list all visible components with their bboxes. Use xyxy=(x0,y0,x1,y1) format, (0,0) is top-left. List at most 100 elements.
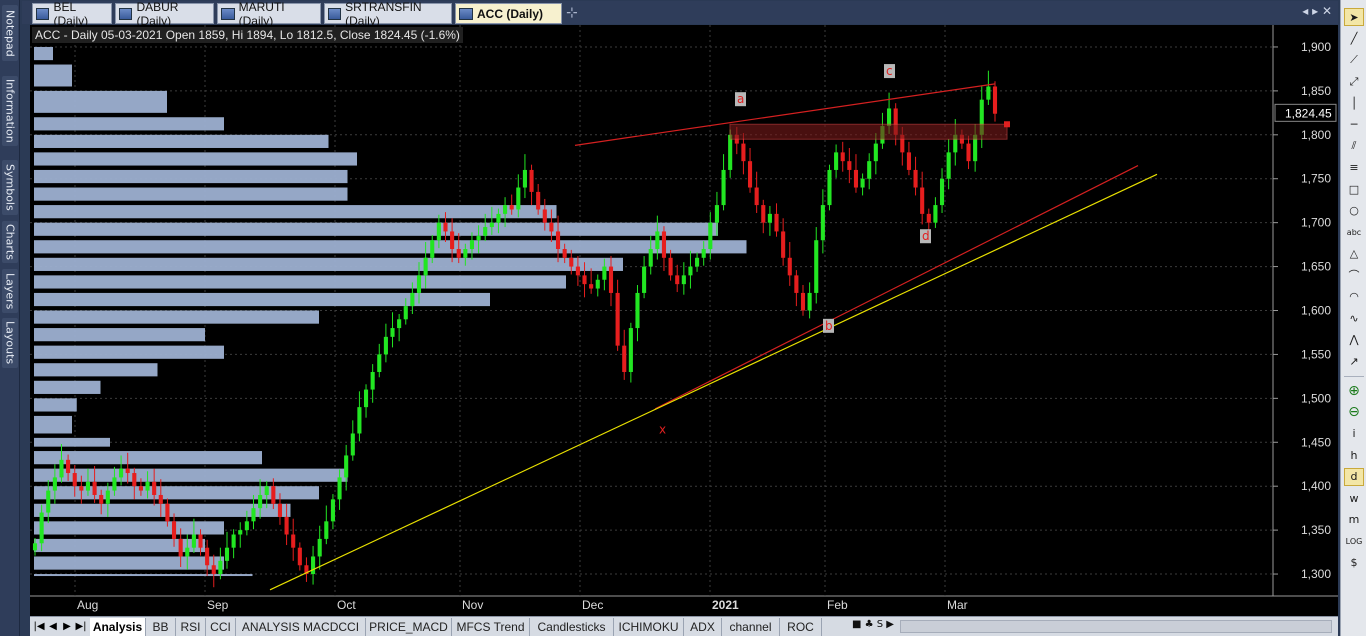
ray-icon[interactable]: ⟋ xyxy=(1344,51,1364,69)
candle-body xyxy=(377,354,382,372)
sheet-tab-bb[interactable]: BB xyxy=(146,618,176,636)
price-chart[interactable]: 1,300 1,350 1,400 1,450 1,500 1,550 1,600 1,650… xyxy=(30,25,1338,616)
candle-body xyxy=(721,169,726,206)
information-tab[interactable]: Information xyxy=(2,76,18,146)
candle-body xyxy=(450,231,455,250)
volume-profile-bar xyxy=(34,240,747,254)
sheet-tab-roc[interactable]: ROC xyxy=(780,618,822,636)
y-tick-label: 1,850 xyxy=(1301,84,1331,98)
volume-profile-bar xyxy=(34,169,348,184)
dollar-icon[interactable]: $ xyxy=(1344,554,1364,572)
text-icon[interactable]: abc xyxy=(1344,223,1364,241)
layers-tab[interactable]: Layers xyxy=(2,269,18,313)
volume-profile-bar xyxy=(34,310,319,324)
chart-icon xyxy=(459,7,473,20)
candle-body xyxy=(198,534,203,548)
candle-body xyxy=(324,521,329,539)
extended-line-icon[interactable]: ⤢ xyxy=(1344,73,1364,91)
volume-profile-bar xyxy=(34,556,224,570)
sheet-tab-cci[interactable]: CCI xyxy=(206,618,236,636)
candle-body xyxy=(860,178,865,188)
fibonacci-icon[interactable]: ≡ xyxy=(1344,159,1364,177)
sheet-tab-mfcs-trend[interactable]: MFCS Trend xyxy=(452,618,530,636)
candle-body xyxy=(867,161,872,179)
arc2-icon[interactable]: ◠ xyxy=(1344,288,1364,306)
sheet-tab-analysis[interactable]: Analysis xyxy=(90,618,146,636)
monthly-icon[interactable]: m xyxy=(1344,511,1364,529)
candle-body xyxy=(939,178,945,206)
candle-body xyxy=(787,257,792,276)
arrow-icon[interactable]: ↗ xyxy=(1344,352,1364,370)
sheet-tab-price-macd[interactable]: PRICE_MACD xyxy=(366,618,452,636)
layouts-tab[interactable]: Layouts xyxy=(2,318,18,368)
zone-handle xyxy=(1004,121,1010,128)
candle-body xyxy=(370,371,375,390)
candle-body xyxy=(430,240,435,258)
h-icon[interactable]: h xyxy=(1344,446,1364,464)
candle-body xyxy=(608,266,614,293)
volume-profile-bar xyxy=(34,292,490,307)
volume-profile-bar xyxy=(34,574,253,577)
candle-body xyxy=(39,512,44,544)
doc-tab-maruti[interactable]: MARUTI (Daily) xyxy=(217,0,321,28)
layouts-tab-label: Layouts xyxy=(3,321,17,365)
trendline xyxy=(654,165,1139,410)
arc-icon[interactable]: ⌒ xyxy=(1344,266,1364,284)
candle-body xyxy=(741,143,746,162)
chart-canvas[interactable]: 1,300 1,350 1,400 1,450 1,500 1,550 1,600 1,650… xyxy=(30,25,1338,616)
candle-body xyxy=(277,503,283,517)
sheet-tab-rsi[interactable]: RSI xyxy=(176,618,206,636)
vertical-line-icon[interactable]: │ xyxy=(1344,94,1364,112)
prev-sheet-button[interactable]: ◀ xyxy=(46,619,60,634)
zoom-in-icon[interactable]: ⊕ xyxy=(1344,382,1364,400)
cursor-icon[interactable]: ➤ xyxy=(1344,8,1364,26)
rectangle-icon[interactable]: □ xyxy=(1344,180,1364,198)
parallel-lines-icon[interactable]: ⫽ xyxy=(1344,137,1364,155)
weekly-icon[interactable]: w xyxy=(1344,489,1364,507)
symbols-tab[interactable]: Symbols xyxy=(2,160,18,215)
tab-navigation[interactable]: ◂ ▸ ✕ xyxy=(1302,4,1332,18)
x-tick-label: Mar xyxy=(947,598,968,612)
wave-icon[interactable]: ∿ xyxy=(1344,309,1364,327)
doc-tab-dabur[interactable]: DABUR (Daily) xyxy=(115,0,214,28)
candle-body xyxy=(291,534,296,548)
layers-tab-label: Layers xyxy=(3,272,17,310)
next-sheet-button[interactable]: ▶ xyxy=(60,619,74,634)
charts-tab[interactable]: Charts xyxy=(2,221,18,263)
candle-body xyxy=(46,490,51,513)
sheet-tab-adx[interactable]: ADX xyxy=(684,618,722,636)
horizontal-scrollbar[interactable] xyxy=(900,620,1332,633)
new-tab-plus-icon[interactable]: ⊹ xyxy=(566,5,578,21)
doc-tab-bel[interactable]: BEL (Daily) xyxy=(32,0,112,28)
candle-body xyxy=(575,266,580,276)
sheet-lock-controls[interactable]: ■ ♣ S ▶ xyxy=(852,619,894,630)
supply-zone-rect xyxy=(729,123,1008,140)
candle-body xyxy=(297,547,302,566)
horizontal-line-icon[interactable]: ─ xyxy=(1344,116,1364,134)
italic-i-icon[interactable]: i xyxy=(1344,425,1364,443)
last-sheet-button[interactable]: ▶| xyxy=(74,619,88,634)
triangle-icon[interactable]: △ xyxy=(1344,245,1364,263)
candle-body xyxy=(562,249,567,258)
line-icon[interactable]: ╱ xyxy=(1344,30,1364,48)
zigzag-icon[interactable]: ⋀ xyxy=(1344,331,1364,349)
volume-profile-bar xyxy=(34,187,348,201)
candle-body xyxy=(668,257,673,276)
doc-tab-srtransfin[interactable]: SRTRANSFIN (Daily) xyxy=(324,0,452,28)
candle-body xyxy=(887,108,892,127)
candle-body xyxy=(913,169,918,188)
notepad-tab[interactable]: Notepad xyxy=(2,5,18,61)
sheet-tab-analysis-macdcci[interactable]: ANALYSIS MACDCCI xyxy=(236,618,366,636)
log-icon[interactable]: LOG xyxy=(1344,532,1364,550)
first-sheet-button[interactable]: |◀ xyxy=(32,619,46,634)
sheet-tab-ichimoku[interactable]: ICHIMOKU xyxy=(614,618,684,636)
doc-tab-acc[interactable]: ACC (Daily) xyxy=(455,3,562,24)
sheet-tab-channel[interactable]: channel xyxy=(722,618,780,636)
sheet-tab-candlesticks[interactable]: Candlesticks xyxy=(530,618,614,636)
chart-icon xyxy=(36,7,50,20)
ellipse-icon[interactable]: ○ xyxy=(1344,202,1364,220)
candle-body xyxy=(171,521,177,539)
daily-icon[interactable]: d xyxy=(1344,467,1364,486)
candle-body xyxy=(655,231,660,250)
zoom-out-icon[interactable]: ⊖ xyxy=(1344,403,1364,421)
